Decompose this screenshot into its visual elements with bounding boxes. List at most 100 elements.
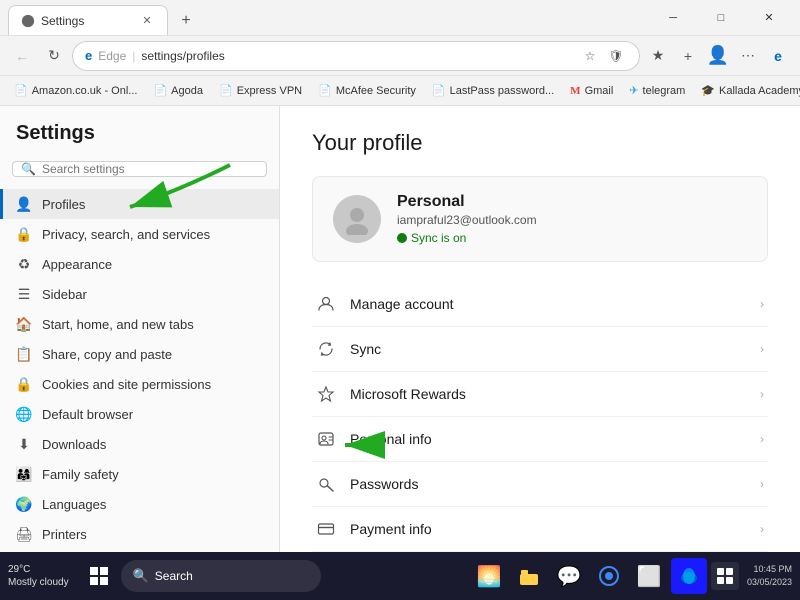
taskbar-icon-unknown[interactable]: ⬜ [631,558,667,594]
minimize-button[interactable]: ─ [650,2,696,34]
sidebar-item-label: Sidebar [42,287,87,302]
bookmark-agoda[interactable]: 📄 Agoda [147,82,209,99]
maximize-button[interactable]: □ [698,2,744,34]
default-browser-icon: 🌐 [16,406,32,422]
settings-more-button[interactable]: ⋯ [734,42,762,70]
bookmark-lastpass[interactable]: 📄 LastPass password... [426,82,560,99]
sidebar-item-label: Start, home, and new tabs [42,317,194,332]
sidebar-item-share[interactable]: 📋 Share, copy and paste [0,339,279,369]
bookmark-file-icon: 📄 [14,84,28,97]
settings-item-personal-info[interactable]: Personal info › [312,417,768,462]
bookmark-kallada[interactable]: 🎓 Kallada Academy [695,82,800,99]
payment-icon [316,519,336,539]
taskbar-icon-edge[interactable] [671,558,707,594]
taskbar-icon-whatsapp[interactable]: 💬 [551,558,587,594]
start-icon: 🏠 [16,316,32,332]
sidebar-item-privacy[interactable]: 🔒 Privacy, search, and services [0,219,279,249]
settings-item-label: Personal info [350,431,432,447]
sidebar-item-sidebar[interactable]: ☰ Sidebar [0,279,279,309]
bookmark-file-icon: 📄 [432,84,446,97]
browser-essentials-icon[interactable]: 🛡 [605,45,627,67]
sidebar-item-label: Printers [42,527,87,542]
sidebar-icon: ☰ [16,286,32,302]
address-divider: | [132,49,135,63]
weather-condition: Mostly cloudy [8,577,69,588]
settings-item-rewards[interactable]: Microsoft Rewards › [312,372,768,417]
bookmark-amazon[interactable]: 📄 Amazon.co.uk - Onl... [8,82,143,99]
taskbar-icon-chrome[interactable] [591,558,627,594]
settings-item-manage[interactable]: Manage account › [312,282,768,327]
sidebar-item-default[interactable]: 🌐 Default browser [0,399,279,429]
sidebar-item-cookies[interactable]: 🔒 Cookies and site permissions [0,369,279,399]
bookmark-mcafee[interactable]: 📄 McAfee Security [312,82,422,99]
search-box[interactable]: 🔍 [12,161,267,177]
sidebar-item-label: Downloads [42,437,106,452]
weather-widget: 29°C Mostly cloudy [8,563,69,589]
bookmark-telegram[interactable]: ✈ telegram [623,82,691,99]
profiles-icon: 👤 [16,196,32,212]
sidebar-item-label: Appearance [42,257,112,272]
taskbar-icon-extra[interactable] [711,562,739,590]
sidebar-item-appearance[interactable]: ♻ Appearance [0,249,279,279]
taskbar-icon-files[interactable] [511,558,547,594]
collections-button[interactable]: + [674,42,702,70]
taskbar-search[interactable]: 🔍 Search [121,560,321,592]
taskbar-icon-emoji[interactable]: 🌅 [471,558,507,594]
taskbar-search-label: Search [155,569,193,583]
appearance-icon: ♻ [16,256,32,272]
languages-icon: 🌍 [16,496,32,512]
bookmark-label: Agoda [171,85,203,97]
sidebar-item-system[interactable]: ⚙ System and performance [0,549,279,552]
new-tab-button[interactable]: + [172,7,200,35]
rewards-icon [316,384,336,404]
weather-temp: 29°C [8,564,30,575]
search-input[interactable] [42,162,258,176]
bookmarks-bar: 📄 Amazon.co.uk - Onl... 📄 Agoda 📄 Expres… [0,76,800,106]
settings-item-label: Payment info [350,521,432,537]
sidebar-item-family[interactable]: 👨‍👩‍👧 Family safety [0,459,279,489]
bookmark-file-icon: 📄 [153,84,167,97]
bookmark-label: McAfee Security [336,85,416,97]
sidebar-item-printers[interactable]: 🖨 Printers [0,519,279,549]
bookmark-label: telegram [643,85,686,97]
printers-icon: 🖨 [16,526,32,542]
sidebar-item-label: Cookies and site permissions [42,377,211,392]
active-tab[interactable]: Settings ✕ [8,5,168,35]
settings-item-label: Manage account [350,296,454,312]
refresh-button[interactable]: ↻ [40,42,68,70]
favorites-icon[interactable]: ☆ [579,45,601,67]
sidebar-item-profiles[interactable]: 👤 Profiles [0,189,279,219]
settings-item-label: Sync [350,341,381,357]
title-bar: Settings ✕ + ─ □ ✕ [0,0,800,36]
sidebar-item-label: Share, copy and paste [42,347,172,362]
sidebar-item-label: Family safety [42,467,119,482]
settings-item-sync[interactable]: Sync › [312,327,768,372]
edge-logo-icon: e [85,48,92,63]
address-bar[interactable]: e Edge | settings/profiles ☆ 🛡 [72,41,640,71]
sidebar-item-downloads[interactable]: ⬇ Downloads [0,429,279,459]
main-content: Your profile Personal iampraful23@outloo… [280,106,800,552]
start-button[interactable] [81,558,117,594]
chevron-right-icon: › [760,342,764,356]
edge-icon[interactable]: e [764,42,792,70]
bookmark-gmail[interactable]: M Gmail [564,83,619,99]
back-button[interactable]: ← [8,42,36,70]
profile-button[interactable]: 👤 [704,42,732,70]
sidebar-item-label: Profiles [42,197,85,212]
content-area: Settings 🔍 👤 Profiles 🔒 Privacy, search,… [0,106,800,552]
sync-dot-icon [397,233,407,243]
close-button[interactable]: ✕ [746,2,792,34]
taskbar-date: 03/05/2023 [747,576,792,589]
navigation-bar: ← ↻ e Edge | settings/profiles ☆ 🛡 ★ + 👤… [0,36,800,76]
tab-label: Settings [41,14,84,28]
chevron-right-icon: › [760,297,764,311]
share-icon: 📋 [16,346,32,362]
sidebar-item-languages[interactable]: 🌍 Languages [0,489,279,519]
bookmark-expressvpn[interactable]: 📄 Express VPN [213,82,308,99]
settings-item-passwords[interactable]: Passwords › [312,462,768,507]
sidebar-item-start[interactable]: 🏠 Start, home, and new tabs [0,309,279,339]
tab-close-button[interactable]: ✕ [139,13,155,29]
favorites-button[interactable]: ★ [644,42,672,70]
settings-item-payment[interactable]: Payment info › [312,507,768,552]
profile-card: Personal iampraful23@outlook.com Sync is… [312,176,768,262]
